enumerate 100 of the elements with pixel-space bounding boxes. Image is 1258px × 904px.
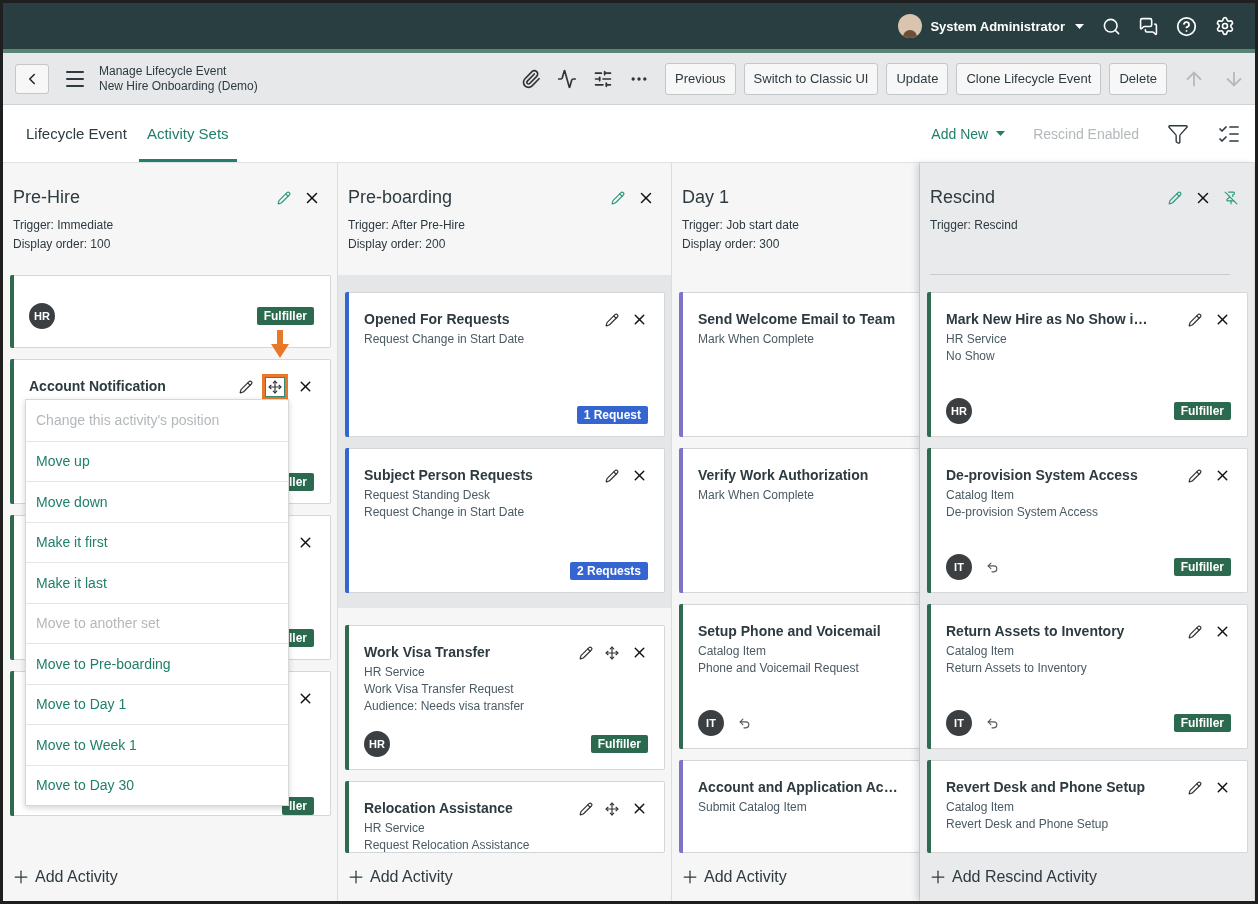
pin-icon[interactable]	[1224, 190, 1238, 205]
card-detail: Catalog Item	[946, 643, 1016, 660]
move-icon[interactable]	[262, 373, 288, 400]
chat-icon[interactable]	[1139, 16, 1158, 36]
add-activity-button[interactable]: Add Rescind Activity	[928, 867, 1097, 887]
card-detail: HR Service	[364, 820, 426, 837]
toolbar-button[interactable]: Previous	[665, 62, 736, 95]
card-title: Send Welcome Email to Team	[698, 311, 897, 327]
pencil-icon[interactable]	[239, 379, 253, 394]
move-icon[interactable]	[605, 801, 619, 816]
request-count-tag: 1 Request	[576, 406, 648, 424]
card-detail: Return Assets to Inventory	[946, 660, 1088, 677]
card-title: Account Notification	[29, 378, 167, 394]
card-detail: Request Change in Start Date	[364, 504, 526, 521]
initials-avatar: IT	[698, 710, 724, 736]
menu-item[interactable]: Move down	[26, 481, 288, 522]
menu-item[interactable]: Make it last	[26, 562, 288, 603]
card-title: Account and Application Ac…	[698, 779, 899, 795]
activity-icon[interactable]	[557, 68, 578, 89]
menu-heading: Change this activity's position	[35, 411, 221, 431]
card-detail: Request Change in Start Date	[364, 331, 526, 348]
menu-heading: Move to another set	[26, 602, 288, 643]
card-title: Verify Work Authorization	[698, 467, 870, 483]
pencil-icon[interactable]	[579, 801, 593, 816]
card-detail: HR Service	[946, 331, 1008, 348]
column-title: Day 1	[682, 187, 730, 208]
user-name[interactable]: System Administrator	[930, 18, 1065, 34]
card-detail: Request Relocation Assistance	[364, 837, 531, 853]
caret-icon	[996, 131, 1006, 136]
card-detail: Revert Desk and Phone Setup	[946, 816, 1110, 833]
initials-avatar: IT	[946, 710, 972, 736]
toolbar-button[interactable]: Update	[886, 62, 949, 95]
undo-arrow-icon[interactable]	[738, 716, 751, 730]
filter-icon[interactable]	[1167, 122, 1189, 145]
card-title: Work Visa Transfer	[364, 644, 492, 660]
help-icon[interactable]	[1176, 15, 1197, 37]
card-title: Opened For Requests	[364, 311, 511, 327]
card-detail: Catalog Item	[946, 799, 1016, 816]
pencil-icon[interactable]	[1188, 312, 1202, 327]
sliders-icon[interactable]	[593, 68, 614, 89]
edit-icon[interactable]	[1168, 190, 1182, 205]
card-detail: Work Visa Transfer Request	[364, 681, 515, 698]
card-title: Setup Phone and Voicemail	[698, 623, 882, 639]
edit-icon[interactable]	[277, 190, 291, 205]
card-detail: Catalog Item	[946, 487, 1016, 504]
toolbar-button[interactable]: Switch to Classic UI	[743, 62, 879, 95]
caret-icon[interactable]	[1075, 23, 1084, 29]
column-title: Rescind	[930, 187, 996, 208]
add-activity-button[interactable]: Add Activity	[680, 867, 787, 887]
card-title: Mark New Hire as No Show i…	[946, 311, 1149, 327]
menu-item[interactable]: Move up	[26, 440, 288, 481]
column-detail: Display order: 300	[682, 236, 781, 253]
card-detail: Mark When Complete	[698, 487, 816, 504]
card-title: Return Assets to Inventory	[946, 623, 1126, 639]
card-detail: No Show	[946, 348, 996, 365]
column-detail: Display order: 100	[13, 236, 112, 253]
toolbar-button[interactable]: Clone Lifecycle Event	[956, 62, 1102, 95]
initials-avatar: HR	[946, 398, 972, 424]
settings-icon[interactable]	[1215, 16, 1235, 36]
pencil-icon[interactable]	[605, 312, 619, 327]
add-activity-button[interactable]: Add Activity	[11, 867, 118, 887]
card-detail: Mark When Complete	[698, 331, 816, 348]
toolbar-button[interactable]: Delete	[1109, 62, 1167, 95]
column-detail: Trigger: Job start date	[682, 217, 800, 234]
status-tag: Fulfiller	[1173, 402, 1231, 420]
menu-item[interactable]: Make it first	[26, 521, 288, 562]
initials-avatar: HR	[364, 731, 390, 757]
card-title: Revert Desk and Phone Setup	[946, 779, 1147, 795]
card-detail: HR Service	[364, 664, 426, 681]
pencil-icon[interactable]	[1188, 624, 1202, 639]
pencil-icon[interactable]	[579, 645, 593, 660]
status-tag: Fulfiller	[1173, 714, 1231, 732]
search-icon[interactable]	[1102, 16, 1121, 36]
column-title: Pre-boarding	[348, 187, 453, 208]
card-detail: Submit Catalog Item	[698, 799, 808, 816]
paperclip-icon[interactable]	[521, 68, 542, 89]
initials-avatar: HR	[29, 303, 55, 329]
add-activity-button[interactable]: Add Activity	[346, 867, 453, 887]
menu-item[interactable]: Move to Pre-boarding	[26, 643, 288, 684]
card-title: De-provision System Access	[946, 467, 1139, 483]
pencil-icon[interactable]	[1188, 780, 1202, 795]
menu-item[interactable]: Move to Day 1	[26, 683, 288, 724]
edit-icon[interactable]	[611, 190, 625, 205]
menu-item[interactable]: Move to Day 30	[26, 764, 288, 805]
card-detail: Audience: Needs visa transfer	[364, 698, 526, 715]
undo-arrow-icon[interactable]	[986, 716, 999, 730]
pencil-icon[interactable]	[605, 468, 619, 483]
menu-item[interactable]: Move to Week 1	[26, 724, 288, 765]
card-detail: Phone and Voicemail Request	[698, 660, 860, 677]
card-title: Subject Person Requests	[364, 467, 534, 483]
column-detail: Trigger: Immediate	[13, 217, 115, 234]
move-icon[interactable]	[605, 645, 619, 660]
highlight-arrow	[270, 330, 290, 358]
add-new-button[interactable]: Add New	[931, 125, 1006, 142]
pencil-icon[interactable]	[1188, 468, 1202, 483]
status-tag: Fulfiller	[256, 307, 314, 325]
status-tag: Fulfiller	[590, 735, 648, 753]
tab[interactable]: Lifecycle Event	[18, 105, 135, 162]
card-detail: Catalog Item	[698, 643, 768, 660]
undo-arrow-icon[interactable]	[986, 560, 999, 574]
